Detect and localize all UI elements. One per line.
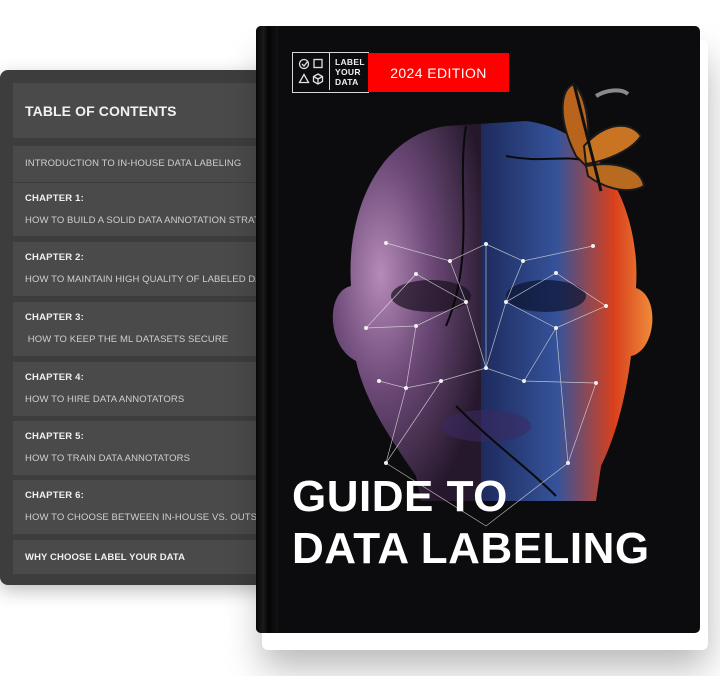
logo-line-3: DATA xyxy=(335,77,359,87)
toc-item-chapter-3[interactable]: CHAPTER 3: HOW TO KEEP THE ML DATASETS S… xyxy=(13,302,263,356)
toc-chapter-label: CHAPTER 1: xyxy=(25,193,85,204)
toc-heading: TABLE OF CONTENTS xyxy=(25,103,177,119)
toc-item-chapter-4[interactable]: CHAPTER 4: HOW TO HIRE DATA ANNOTATORS xyxy=(13,362,263,416)
logo-line-2: YOUR xyxy=(335,67,361,77)
toc-item-chapter-6[interactable]: CHAPTER 6: HOW TO CHOOSE BETWEEN IN-HOUS… xyxy=(13,480,263,534)
book-cover: LABEL YOUR DATA 2024 EDITION GUIDE TO DA… xyxy=(256,26,700,633)
edition-badge: 2024 EDITION xyxy=(368,53,509,92)
toc-item-chapter-2[interactable]: CHAPTER 2: HOW TO MAINTAIN HIGH QUALITY … xyxy=(13,242,263,296)
toc-item-why-choose[interactable]: WHY CHOOSE LABEL YOUR DATA xyxy=(13,540,263,574)
toc-item-title: HOW TO KEEP THE ML DATASETS SECURE xyxy=(25,334,229,345)
toc-item-title: HOW TO MAINTAIN HIGH QUALITY OF LABELED … xyxy=(25,274,263,285)
logo-wordmark: LABEL YOUR DATA xyxy=(330,53,368,92)
label-your-data-logo: LABEL YOUR DATA xyxy=(292,52,369,93)
toc-item-title: HOW TO TRAIN DATA ANNOTATORS xyxy=(25,453,191,464)
book-title-line-2: DATA LABELING xyxy=(292,524,650,573)
toc-item-chapter-5[interactable]: CHAPTER 5: HOW TO TRAIN DATA ANNOTATORS xyxy=(13,421,263,475)
toc-item-introduction[interactable]: INTRODUCTION TO IN-HOUSE DATA LABELING xyxy=(13,146,263,182)
square-icon xyxy=(313,58,323,69)
triangle-icon xyxy=(298,73,310,84)
toc-chapter-label: CHAPTER 6: xyxy=(25,490,85,501)
toc-item-title: HOW TO CHOOSE BETWEEN IN-HOUSE VS. OUTSO… xyxy=(25,512,263,523)
table-of-contents-panel: TABLE OF CONTENTS INTRODUCTION TO IN-HOU… xyxy=(0,70,270,585)
toc-item-title: WHY CHOOSE LABEL YOUR DATA xyxy=(25,552,186,563)
toc-chapter-label: CHAPTER 4: xyxy=(25,372,85,383)
book-title-line-1: GUIDE TO xyxy=(292,472,508,521)
toc-item-title: HOW TO HIRE DATA ANNOTATORS xyxy=(25,394,185,405)
toc-item-chapter-1[interactable]: CHAPTER 1: HOW TO BUILD A SOLID DATA ANN… xyxy=(13,183,263,236)
check-circle-icon xyxy=(298,58,310,70)
toc-item-title: HOW TO BUILD A SOLID DATA ANNOTATION STR… xyxy=(25,215,263,226)
toc-heading-block: TABLE OF CONTENTS xyxy=(13,83,263,138)
logo-icons xyxy=(293,53,330,90)
book-title: GUIDE TO DATA LABELING xyxy=(292,471,650,575)
toc-chapter-label: CHAPTER 5: xyxy=(25,431,85,442)
toc-item-title: INTRODUCTION TO IN-HOUSE DATA LABELING xyxy=(25,158,242,169)
cube-icon xyxy=(312,73,324,85)
logo-line-1: LABEL xyxy=(335,57,365,67)
toc-chapter-label: CHAPTER 2: xyxy=(25,252,85,263)
toc-chapter-label: CHAPTER 3: xyxy=(25,312,85,323)
